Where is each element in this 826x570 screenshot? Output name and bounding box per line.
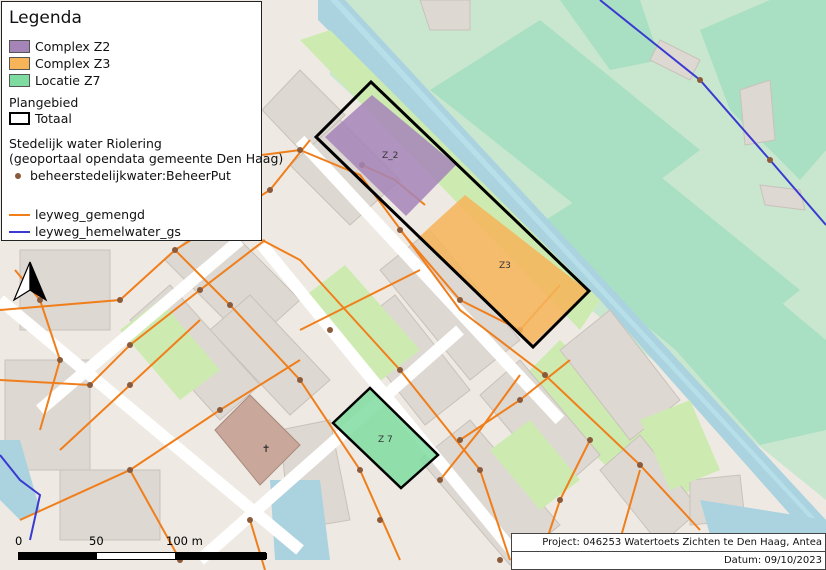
legend-label: Complex Z3 <box>35 56 111 71</box>
swatch-totaal <box>9 112 30 125</box>
legend-item-totaal: Totaal <box>9 111 72 126</box>
legend-water-heading: Stedelijk water Riolering <box>9 136 162 151</box>
legend-item-complex-z2: Complex Z2 <box>9 39 110 54</box>
scale-label-50: 50 <box>89 534 104 548</box>
date-info: Datum: 09/10/2023 <box>511 551 826 570</box>
z7-label: Z 7 <box>378 435 393 445</box>
blue-line-icon <box>9 230 30 233</box>
legend-label: beheerstedelijkwater:BeheerPut <box>30 168 231 183</box>
legend-item-locatie-z7: Locatie Z7 <box>9 73 100 88</box>
scale-label-0: 0 <box>15 534 23 548</box>
manhole-dot-icon <box>15 172 21 179</box>
map-legend: Legenda Complex Z2 Complex Z3 Locatie Z7… <box>1 1 283 241</box>
legend-item-hemelwater: leyweg_hemelwater_gs <box>9 224 181 239</box>
swatch-z7 <box>9 74 30 87</box>
z3-label: Z3 <box>499 261 511 271</box>
scale-bar <box>18 552 267 560</box>
orange-line-icon <box>9 213 30 216</box>
legend-label: Totaal <box>35 111 72 126</box>
legend-item-gemengd: leyweg_gemengd <box>9 207 145 222</box>
legend-label: leyweg_gemengd <box>35 207 145 222</box>
legend-label: leyweg_hemelwater_gs <box>35 224 181 239</box>
z2-label: Z_2 <box>382 151 398 161</box>
swatch-z2 <box>9 40 30 53</box>
swatch-z3 <box>9 57 30 70</box>
legend-label: Complex Z2 <box>35 39 111 54</box>
project-info: Project: 046253 Watertoets Zichten te De… <box>511 533 826 565</box>
legend-water-source: (geoportaal opendata gemeente Den Haag) <box>9 151 284 166</box>
legend-item-complex-z3: Complex Z3 <box>9 56 110 71</box>
church-icon: ✝ <box>262 444 270 455</box>
scale-label-100: 100 m <box>166 534 203 548</box>
legend-title: Legenda <box>9 8 82 28</box>
legend-plangebied-heading: Plangebied <box>9 95 79 110</box>
legend-label: Locatie Z7 <box>35 73 101 88</box>
legend-item-beheerput: beheerstedelijkwater:BeheerPut <box>9 168 231 183</box>
